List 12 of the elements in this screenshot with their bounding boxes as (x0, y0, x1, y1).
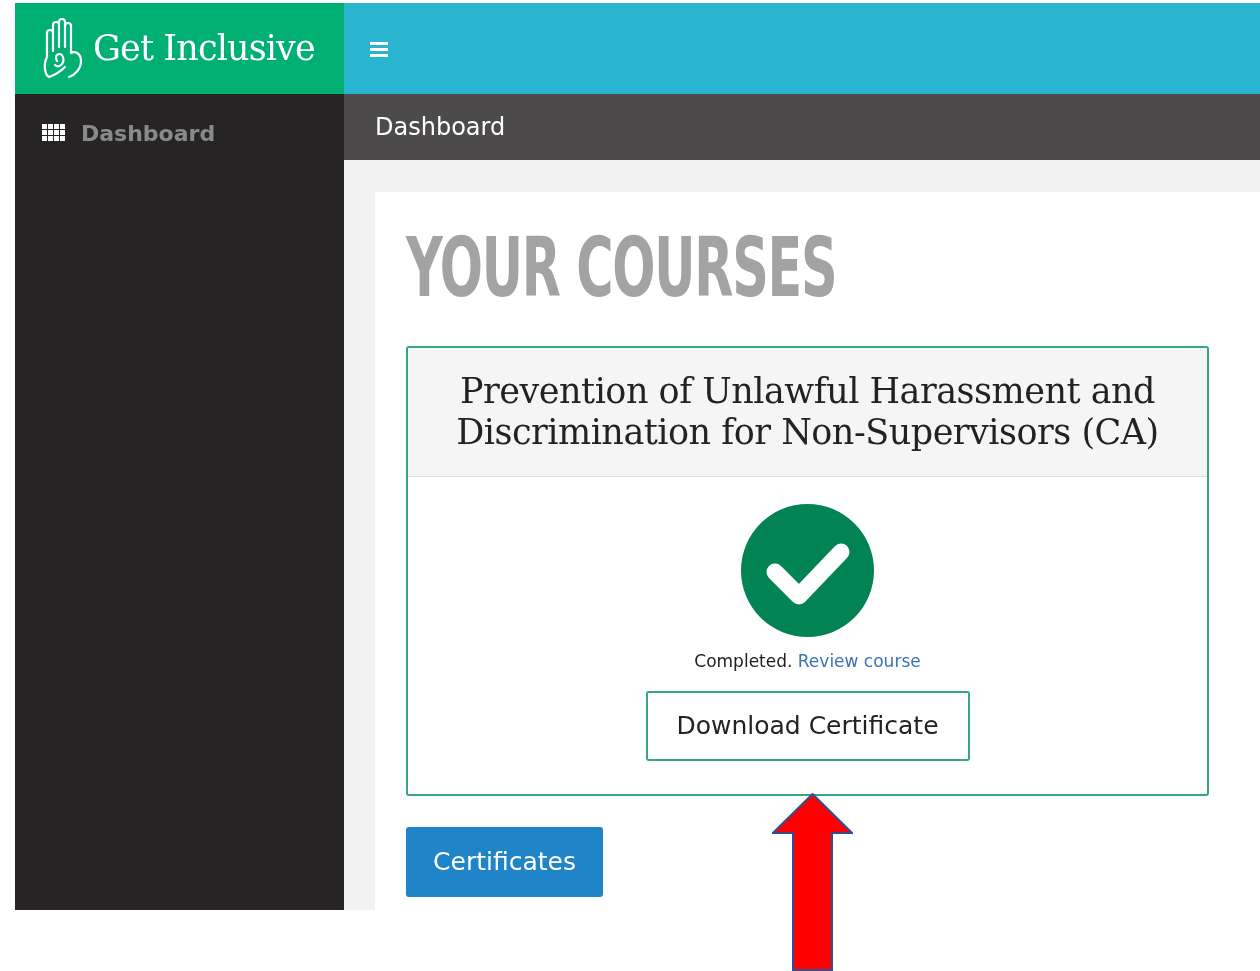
breadcrumb: Dashboard (375, 112, 506, 143)
course-title: Prevention of Unlawful Harassment and Discrimination for Non-Supervisors (CA) (455, 371, 1160, 453)
arrow-icon (772, 793, 853, 971)
brand-name: Get Inclusive (93, 27, 315, 71)
menu-icon[interactable] (370, 40, 388, 57)
grid-icon (42, 124, 65, 142)
sidebar-item[interactable]: Dashboard (15, 118, 344, 148)
review-link[interactable]: Review course (797, 651, 921, 671)
status-text: Completed. Review course (694, 650, 921, 673)
page-heading: YOUR COURSES (406, 228, 837, 308)
download-button[interactable]: Download Certificate (645, 690, 970, 761)
certificates-button[interactable]: Certificates (406, 826, 603, 897)
